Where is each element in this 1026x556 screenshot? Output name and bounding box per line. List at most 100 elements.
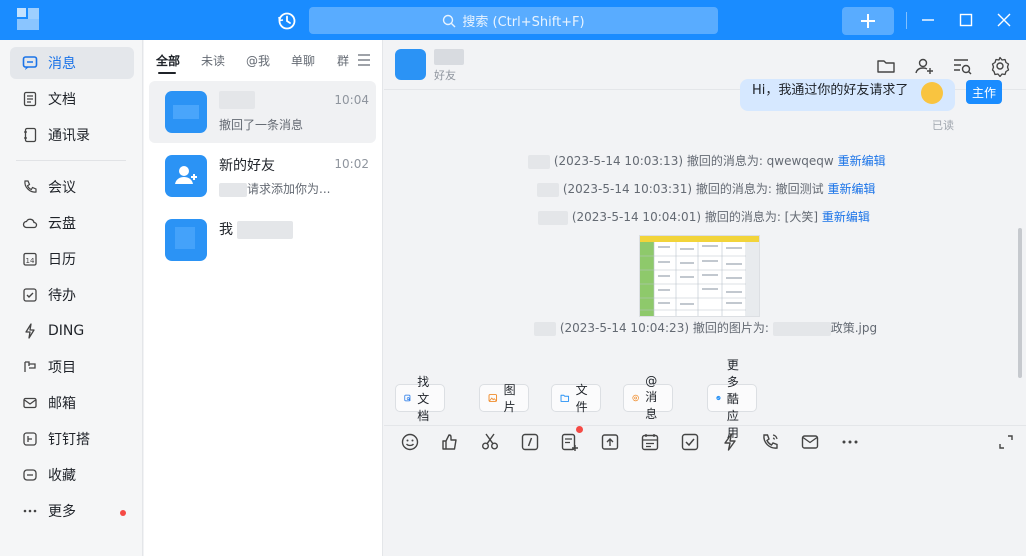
add-member-icon[interactable]: [913, 55, 935, 77]
sidebar-item-cloud[interactable]: 云盘: [10, 207, 134, 239]
recalled-image-thumbnail[interactable]: [639, 235, 760, 317]
re-edit-link[interactable]: 重新编辑: [838, 154, 886, 168]
chip-label: 文件: [575, 383, 588, 414]
sidebar-item-mail[interactable]: 邮箱: [10, 387, 134, 419]
folder-icon[interactable]: [875, 55, 897, 77]
composer-divider: [384, 425, 1026, 426]
sidebar-item-calendar[interactable]: 14 日历: [10, 243, 134, 275]
tab-mentions[interactable]: @我: [246, 52, 270, 69]
tab-all[interactable]: 全部: [156, 52, 180, 69]
more-icon[interactable]: [839, 431, 861, 453]
ding-lightning-icon[interactable]: [719, 431, 741, 453]
history-icon[interactable]: [276, 10, 298, 32]
read-receipt: 已读: [932, 119, 954, 132]
folder-icon: [560, 394, 570, 402]
conversation-item[interactable]: 10:04 撤回了一条消息: [149, 81, 376, 143]
like-icon[interactable]: [439, 431, 461, 453]
sidebar-item-label: 项目: [48, 360, 76, 376]
avatar: [165, 91, 207, 133]
conversation-name: [219, 91, 255, 109]
sidebar-item-more[interactable]: 更多: [10, 495, 134, 527]
add-card-icon[interactable]: [559, 431, 581, 453]
mail-icon[interactable]: [799, 431, 821, 453]
todo-check-icon: [23, 288, 37, 302]
tab-unread[interactable]: 未读: [201, 52, 225, 69]
upload-icon[interactable]: [599, 431, 621, 453]
sidebar-item-todo[interactable]: 待办: [10, 279, 134, 311]
recall-text: (2023-5-14 10:03:13) 撤回的消息为: qwewqeqw: [553, 154, 834, 168]
settings-gear-icon[interactable]: [989, 55, 1011, 77]
chat-scrollbar[interactable]: [1018, 228, 1022, 378]
sidebar-divider: [16, 160, 126, 161]
minimize-button[interactable]: [918, 10, 938, 30]
conversation-item-self[interactable]: 我: [149, 209, 376, 271]
search-history-icon[interactable]: [951, 55, 973, 77]
sidebar-item-favorites[interactable]: 收藏: [10, 459, 134, 491]
at-message-button[interactable]: @消息: [623, 374, 674, 421]
schedule-icon[interactable]: [639, 431, 661, 453]
global-search-input[interactable]: 搜索 (Ctrl+Shift+F): [309, 7, 718, 34]
conversation-time: 10:04: [334, 93, 369, 107]
close-button[interactable]: [994, 10, 1014, 30]
more-dots-icon: [23, 509, 37, 513]
emoji-icon[interactable]: [399, 431, 421, 453]
conversation-item-new-friend[interactable]: 新的好友 10:02 请求添加你为...: [149, 145, 376, 207]
chip-label: 图片: [503, 383, 516, 414]
chat-bubble-icon: [22, 56, 38, 70]
sidebar-item-docs[interactable]: 文档: [10, 83, 134, 115]
slash-command-icon[interactable]: [519, 431, 541, 453]
re-edit-link[interactable]: 重新编辑: [822, 210, 870, 224]
avatar: [165, 219, 207, 261]
add-user-icon: [175, 166, 197, 184]
search-placeholder: 搜索 (Ctrl+Shift+F): [462, 15, 585, 30]
task-check-icon[interactable]: [679, 431, 701, 453]
create-button[interactable]: [842, 7, 894, 35]
conversation-name: 我: [219, 219, 294, 239]
maximize-button[interactable]: [956, 10, 976, 30]
sidebar-item-label: 日历: [48, 252, 76, 268]
chat-pane: 好友 Hi，我通过你的好友请求了 主作 已读 (2023-5-14 10:03:…: [384, 40, 1026, 556]
redacted-name: [537, 182, 559, 197]
search-icon: [443, 14, 456, 27]
scissors-icon[interactable]: [479, 431, 501, 453]
chip-label: @消息: [645, 374, 658, 421]
active-tab-indicator: [158, 72, 176, 74]
sidebar-item-label: 邮箱: [48, 396, 76, 412]
filter-menu-icon[interactable]: [357, 54, 371, 66]
add-friend-avatar: [165, 155, 207, 197]
voice-call-icon[interactable]: [759, 431, 781, 453]
sidebar-item-contacts[interactable]: 通讯录: [10, 119, 134, 151]
sidebar-item-ding[interactable]: DING: [10, 315, 134, 347]
more-apps-button[interactable]: 更多酷应用: [707, 358, 758, 440]
conversation-list: 全部 未读 @我 单聊 群 10:04 撤回了一条消息 新的好友 10:02 请…: [144, 40, 383, 556]
filename: 政策.jpg: [830, 321, 878, 335]
chip-label: 更多酷应用: [726, 357, 739, 440]
expand-icon[interactable]: [995, 431, 1017, 453]
favorite-icon: [23, 469, 37, 481]
file-button[interactable]: 文件: [551, 383, 602, 414]
at-icon: [632, 394, 639, 402]
titlebar-divider: [906, 12, 907, 29]
close-icon: [997, 13, 1011, 27]
sidebar-item-label: 通讯录: [48, 128, 90, 144]
conversation-time: 10:02: [334, 157, 369, 171]
accept-button[interactable]: 主作: [966, 80, 1002, 104]
tab-groups[interactable]: 群: [337, 52, 349, 69]
cloud-icon: [22, 218, 38, 229]
svg-text:14: 14: [26, 257, 35, 265]
sidebar-item-meeting[interactable]: 会议: [10, 171, 134, 203]
chat-avatar[interactable]: [395, 49, 426, 80]
re-edit-link[interactable]: 重新编辑: [828, 182, 876, 196]
smile-emoji-icon: [921, 82, 943, 104]
mail-icon: [23, 397, 37, 409]
tab-direct[interactable]: 单聊: [291, 52, 315, 69]
sidebar-item-project[interactable]: 项目: [10, 351, 134, 383]
image-button[interactable]: 图片: [479, 383, 530, 414]
plus-icon: [861, 14, 875, 28]
find-doc-icon: [404, 394, 411, 402]
sidebar-item-builder[interactable]: 钉钉搭: [10, 423, 134, 455]
sidebar-item-label: 待办: [48, 288, 76, 304]
sidebar-item-messages[interactable]: 消息: [10, 47, 134, 79]
find-doc-button[interactable]: 找文档: [395, 375, 446, 423]
apps-icon: [716, 395, 721, 401]
